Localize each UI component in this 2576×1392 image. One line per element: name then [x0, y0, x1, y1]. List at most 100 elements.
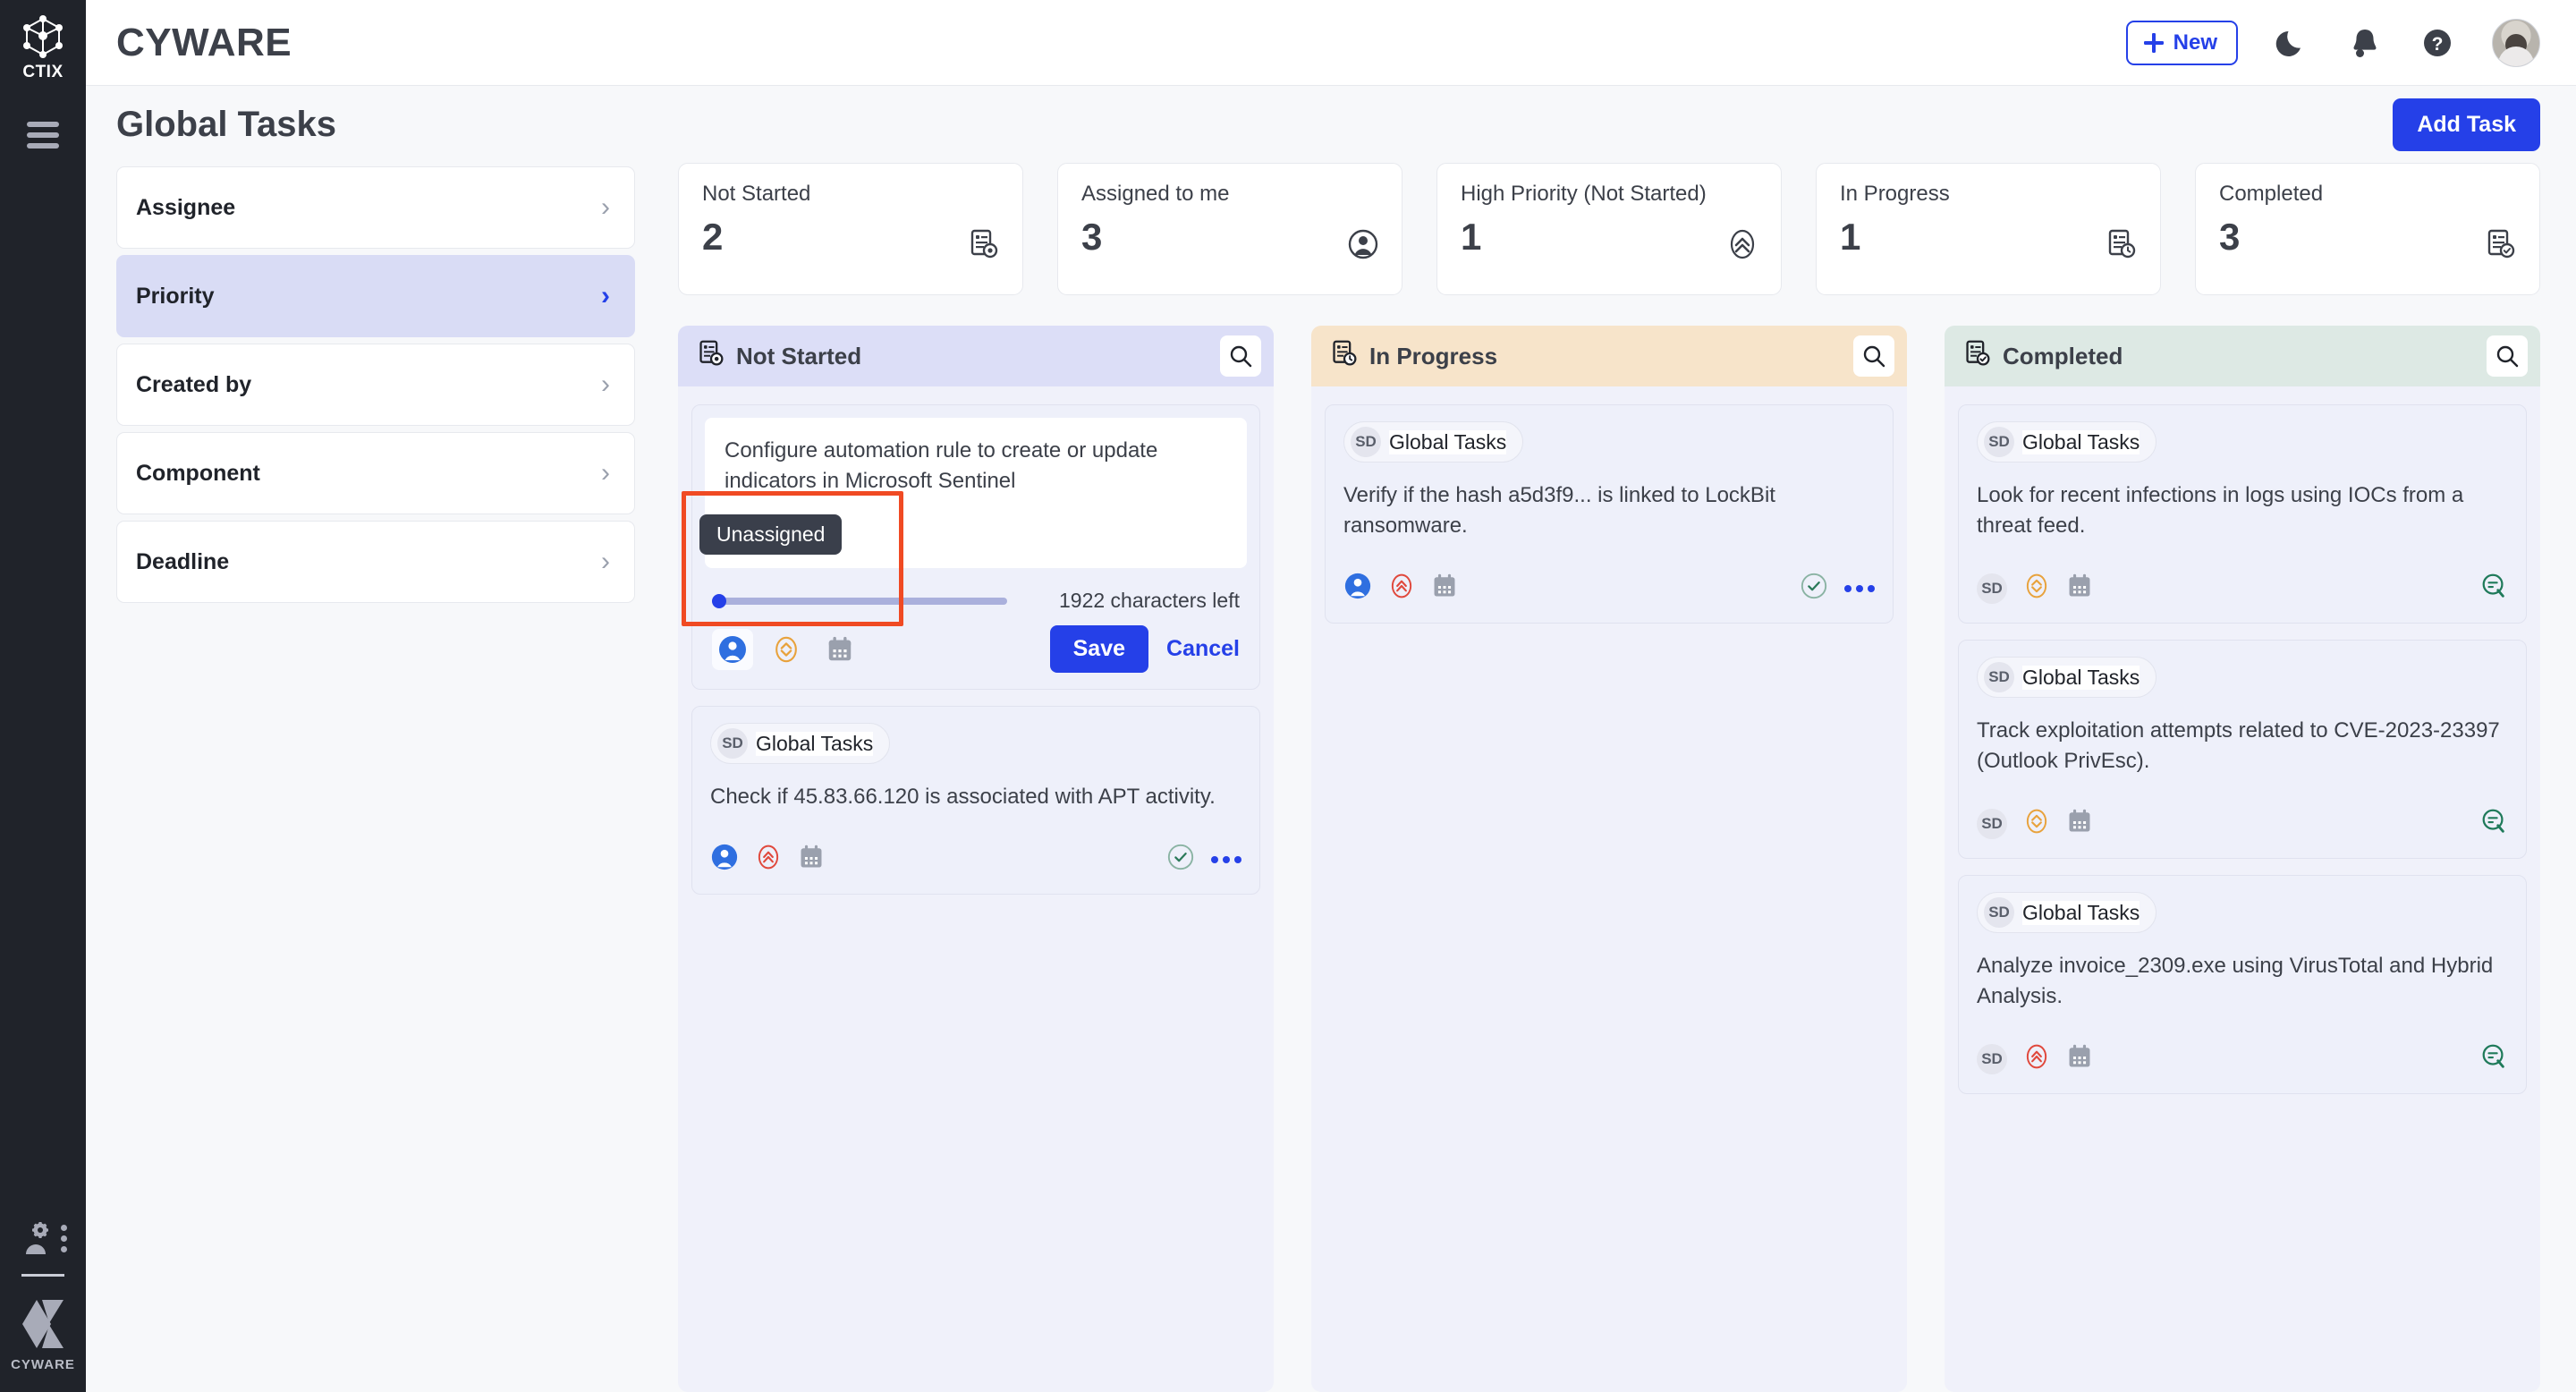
stat-value: 2 [702, 216, 724, 258]
product-code: CTIX [22, 63, 64, 81]
chevron-right-icon: › [601, 192, 610, 222]
save-button[interactable]: Save [1049, 625, 1149, 673]
cancel-button[interactable]: Cancel [1166, 636, 1240, 662]
task-meta-icons: SD [1977, 1043, 2093, 1074]
comment-bubble-icon[interactable] [2479, 1042, 2508, 1075]
task-actions [2479, 1042, 2508, 1075]
stat-in-progress[interactable]: In Progress 1 [1816, 163, 2161, 295]
stat-high-priority[interactable]: High Priority (Not Started) 1 [1436, 163, 1782, 295]
comment-bubble-icon[interactable] [2479, 572, 2508, 605]
task-meta-icons [1343, 572, 1458, 605]
calendar-icon[interactable] [2066, 573, 2093, 604]
avatar[interactable] [2492, 18, 2540, 67]
task-card[interactable]: SD Global Tasks Look for recent infectio… [1958, 404, 2527, 624]
svg-text:?: ? [2432, 34, 2444, 55]
assignee-picker-button[interactable] [712, 628, 753, 670]
column-title-group: Not Started [698, 340, 861, 373]
stat-completed[interactable]: Completed 3 [2195, 163, 2540, 295]
column-title-group: Completed [1964, 340, 2123, 373]
chip-label: Global Tasks [1389, 429, 1507, 454]
column-title: In Progress [1369, 342, 1498, 369]
task-card[interactable]: SD Global Tasks Verify if the hash a5d3f… [1325, 404, 1894, 624]
priority-medium-icon[interactable] [2023, 808, 2050, 839]
stat-label: In Progress [1840, 182, 1950, 206]
chevron-right-icon: › [601, 281, 610, 310]
top-actions: New ? [2125, 18, 2540, 67]
filter-assignee[interactable]: Assignee › [116, 166, 635, 249]
column-search-button-completed[interactable] [2487, 335, 2528, 377]
comment-bubble-icon[interactable] [2479, 807, 2508, 840]
column-header-completed: Completed [1945, 326, 2540, 386]
task-text: Track exploitation attempts related to C… [1977, 718, 2500, 774]
ctix-logo[interactable]: CTIX [20, 13, 66, 82]
notifications-button[interactable] [2347, 26, 2383, 60]
add-task-button[interactable]: Add Task [2393, 98, 2540, 151]
task-meta-icons [710, 843, 825, 876]
task-actions [2479, 807, 2508, 840]
new-button[interactable]: New [2125, 20, 2238, 65]
dark-mode-button[interactable] [2275, 26, 2309, 60]
column-body-in-progress: SD Global Tasks Verify if the hash a5d3f… [1311, 386, 1907, 1392]
doc-clock-pin-icon [969, 229, 999, 264]
stats-row: Not Started 2 Assigned to me 3 High Prio… [678, 163, 2540, 295]
bell-icon [2353, 29, 2377, 57]
filter-component[interactable]: Component › [116, 432, 635, 514]
due-date-picker-button[interactable] [819, 629, 860, 670]
column-search-button-in-progress[interactable] [1853, 335, 1894, 377]
task-meta-icons: SD [1977, 573, 2093, 604]
vertical-dots-icon[interactable] [61, 1224, 67, 1252]
task-text: Look for recent infections in logs using… [1977, 483, 2464, 539]
priority-medium-icon[interactable] [2023, 573, 2050, 604]
assignee-avatar[interactable]: SD [1977, 1043, 2007, 1074]
filter-label: Component [136, 460, 260, 486]
task-card[interactable]: SD Global Tasks Analyze invoice_2309.exe… [1958, 875, 2527, 1095]
priority-picker-button[interactable] [766, 629, 807, 670]
task-editor-card: 1922 characters left [682, 404, 1260, 690]
app-root: CTIX CYWARE CYWARE New ? Global Tasks Ad… [0, 0, 2576, 1392]
user-settings-icon [26, 1222, 48, 1254]
column-not-started: Not Started Configure automation rule to… [678, 326, 1274, 1392]
stat-assigned-to-me[interactable]: Assigned to me 3 [1057, 163, 1402, 295]
filter-created-by[interactable]: Created by › [116, 344, 635, 426]
doc-check-icon [2486, 229, 2516, 264]
filter-deadline[interactable]: Deadline › [116, 521, 635, 603]
stat-value: 1 [1461, 216, 1482, 258]
filter-label: Created by [136, 371, 252, 397]
company-name: CYWARE [11, 1357, 75, 1372]
task-card[interactable]: SD Global Tasks Check if 45.83.66.120 is… [691, 706, 1260, 895]
top-bar: CYWARE New ? [86, 0, 2576, 86]
horizontal-dots-icon[interactable] [1211, 855, 1241, 863]
filter-priority[interactable]: Priority › [116, 255, 635, 337]
chevron-right-icon: › [601, 458, 610, 488]
check-circle-icon[interactable] [1166, 843, 1195, 876]
filter-sidebar: Assignee › Priority › Created by › Compo… [116, 163, 635, 1392]
check-circle-icon[interactable] [1800, 572, 1828, 605]
stat-not-started[interactable]: Not Started 2 [678, 163, 1023, 295]
column-search-button-not-started[interactable] [1220, 335, 1261, 377]
editor-meter-row: 1922 characters left [705, 589, 1247, 613]
editor-bottom-row: Save Cancel [705, 625, 1247, 673]
priority-high-icon[interactable] [1388, 573, 1415, 604]
assignee-avatar[interactable]: SD [1977, 573, 2007, 604]
priority-high-icon[interactable] [755, 844, 782, 875]
priority-high-icon[interactable] [2023, 1043, 2050, 1074]
calendar-icon[interactable] [2066, 808, 2093, 839]
unassigned-tooltip: Unassigned [699, 514, 843, 555]
help-button[interactable]: ? [2420, 26, 2454, 60]
column-header-not-started: Not Started [678, 326, 1274, 386]
horizontal-dots-icon[interactable] [1844, 584, 1875, 592]
task-card[interactable]: SD Global Tasks Track exploitation attem… [1958, 640, 2527, 860]
calendar-icon [828, 636, 852, 660]
user-circle-filled-icon[interactable] [710, 843, 739, 876]
hamburger-menu-icon[interactable] [27, 122, 59, 149]
calendar-icon[interactable] [798, 844, 825, 875]
calendar-icon[interactable] [2066, 1043, 2093, 1074]
user-circle-filled-icon[interactable] [1343, 572, 1372, 605]
calendar-icon[interactable] [1431, 573, 1458, 604]
search-icon [1863, 345, 1885, 368]
stat-label: Completed [2219, 182, 2324, 206]
user-settings-button[interactable] [19, 1222, 67, 1254]
chip-avatar: SD [1351, 427, 1381, 457]
task-source-chip: SD Global Tasks [1343, 421, 1524, 463]
assignee-avatar[interactable]: SD [1977, 808, 2007, 839]
